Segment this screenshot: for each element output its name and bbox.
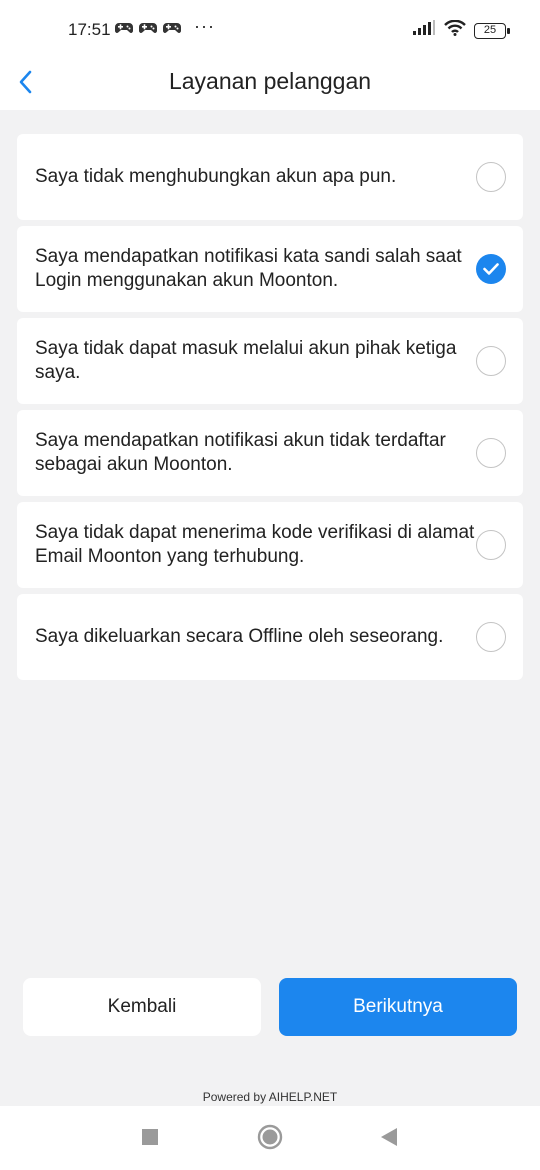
radio-button[interactable] <box>476 530 506 560</box>
wifi-icon <box>444 19 466 41</box>
option-item[interactable]: Saya mendapatkan notifikasi akun tidak t… <box>17 410 523 496</box>
page-title: Layanan pelanggan <box>168 68 372 94</box>
radio-button[interactable] <box>476 622 506 652</box>
status-time: 17:51 <box>68 20 111 39</box>
option-label: Saya tidak menghubungkan akun apa pun. <box>35 166 397 187</box>
gamepad-icon <box>163 21 181 35</box>
system-nav-bar <box>0 1106 540 1170</box>
radio-button[interactable] <box>476 254 506 284</box>
back-action-button[interactable]: Kembali <box>23 978 261 1036</box>
header: Layanan pelanggan <box>0 62 540 110</box>
option-label: Saya tidak dapat masuk melalui akun piha… <box>35 338 457 383</box>
screen: 17:51 ··· 25 Layanan pelanggan Saya tida… <box>0 0 540 1170</box>
notification-icons <box>115 21 181 35</box>
gamepad-icon <box>115 21 133 35</box>
battery-icon: 25 <box>474 22 510 39</box>
option-label: Saya tidak dapat menerima kode verifikas… <box>35 522 475 567</box>
option-item[interactable]: Saya tidak dapat masuk melalui akun piha… <box>17 318 523 404</box>
radio-button[interactable] <box>476 438 506 468</box>
option-label: Saya dikeluarkan secara Offline oleh ses… <box>35 626 444 647</box>
option-item[interactable]: Saya dikeluarkan secara Offline oleh ses… <box>17 594 523 680</box>
radio-button[interactable] <box>476 346 506 376</box>
gamepad-icon <box>139 21 157 35</box>
option-item[interactable]: Saya tidak dapat menerima kode verifikas… <box>17 502 523 588</box>
radio-button[interactable] <box>476 162 506 192</box>
option-label: Saya mendapatkan notifikasi akun tidak t… <box>35 430 446 475</box>
next-button[interactable]: Berikutnya <box>279 978 517 1036</box>
option-label: Saya mendapatkan notifikasi kata sandi s… <box>35 246 462 291</box>
recent-apps-button[interactable] <box>141 1128 159 1151</box>
back-nav-button[interactable] <box>379 1127 399 1152</box>
home-button[interactable] <box>257 1124 283 1155</box>
powered-by-text: Powered by AIHELP.NET <box>202 1090 338 1104</box>
option-item[interactable]: Saya tidak menghubungkan akun apa pun. <box>17 134 523 220</box>
more-notifications: ··· <box>194 16 215 36</box>
system-icons: 25 <box>412 19 510 41</box>
status-bar: 17:51 ··· 25 <box>0 0 540 62</box>
signal-icon <box>412 20 436 41</box>
option-item[interactable]: Saya mendapatkan notifikasi kata sandi s… <box>17 226 523 312</box>
